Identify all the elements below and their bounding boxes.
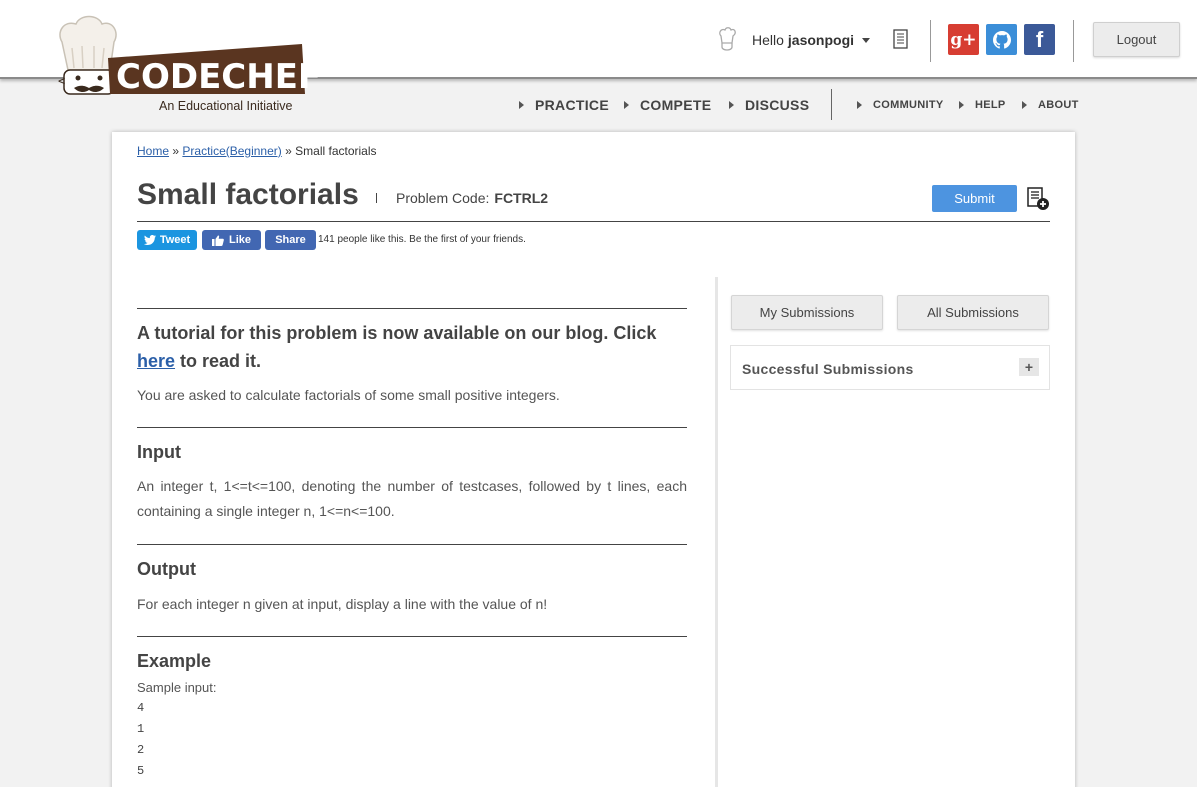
problem-code-label: Problem Code: xyxy=(396,190,490,206)
nav-label: COMMUNITY xyxy=(873,99,944,111)
codechef-logo[interactable]: < > CODECHEF An Educational Initiative xyxy=(50,12,321,117)
google-plus-icon[interactable]: g+ xyxy=(948,24,979,55)
logo-tagline: An Educational Initiative xyxy=(159,99,292,113)
column-divider xyxy=(715,277,718,787)
section-divider xyxy=(137,427,687,428)
title-underline xyxy=(137,221,1050,222)
title-separator xyxy=(376,193,377,203)
logout-button[interactable]: Logout xyxy=(1093,22,1180,57)
nav-community[interactable]: COMMUNITY xyxy=(857,96,944,114)
nav-discuss[interactable]: DISCUSS xyxy=(729,96,809,114)
breadcrumb-home-link[interactable]: Home xyxy=(137,144,169,158)
all-submissions-button[interactable]: All Submissions xyxy=(897,295,1049,330)
header-divider xyxy=(1073,20,1074,62)
facebook-share-button[interactable]: Share xyxy=(265,230,316,250)
sample-line: 1 xyxy=(137,722,145,736)
github-icon[interactable] xyxy=(986,24,1017,55)
facebook-icon[interactable]: f xyxy=(1024,24,1055,55)
problem-statement: A tutorial for this problem is now avail… xyxy=(137,308,687,782)
nav-divider xyxy=(831,89,832,120)
breadcrumb-separator: » xyxy=(285,144,292,158)
sample-input: 4 1 2 5 xyxy=(137,698,687,782)
page-title: Small factorials xyxy=(137,178,359,211)
triangle-right-icon xyxy=(624,101,629,109)
user-menu[interactable]: Hello jasonpogi xyxy=(716,26,871,54)
expand-icon[interactable]: + xyxy=(1019,358,1039,376)
sample-line: 4 xyxy=(137,701,145,715)
like-label: Like xyxy=(228,234,251,246)
nav-practice[interactable]: PRACTICE xyxy=(519,96,609,114)
like-count-text: 141 people like this. Be the first of yo… xyxy=(318,234,526,245)
breadcrumb: Home » Practice(Beginner) » Small factor… xyxy=(137,144,377,158)
nav-label: DISCUSS xyxy=(745,97,810,113)
nav-label: ABOUT xyxy=(1038,99,1079,111)
section-divider xyxy=(137,308,687,309)
sample-line: 2 xyxy=(137,743,145,757)
input-heading: Input xyxy=(137,442,181,462)
section-divider xyxy=(137,544,687,545)
output-text: For each integer n given at input, displ… xyxy=(137,596,548,612)
breadcrumb-practice-link[interactable]: Practice(Beginner) xyxy=(182,144,281,158)
problem-card: Home » Practice(Beginner) » Small factor… xyxy=(112,132,1075,787)
sample-line: 5 xyxy=(137,764,145,778)
triangle-right-icon xyxy=(519,101,524,109)
tweet-button[interactable]: Tweet xyxy=(137,230,197,250)
logo-wordmark: CODECHEF xyxy=(116,57,320,97)
tutorial-link[interactable]: here xyxy=(137,351,175,371)
nav-label: HELP xyxy=(975,99,1006,111)
chef-avatar-icon xyxy=(719,27,736,51)
svg-text:<: < xyxy=(58,74,65,88)
breadcrumb-separator: » xyxy=(172,144,180,158)
notice-text: to read it. xyxy=(175,351,262,371)
add-to-list-icon[interactable] xyxy=(1026,187,1050,211)
twitter-icon xyxy=(143,235,156,245)
my-submissions-button[interactable]: My Submissions xyxy=(731,295,883,330)
input-text: An integer t, 1<=t<=100, denoting the nu… xyxy=(137,478,687,519)
problem-code: Problem Code: FCTRL2 xyxy=(376,190,548,206)
section-divider xyxy=(137,636,687,637)
header-divider xyxy=(930,20,931,62)
nav-compete[interactable]: COMPETE xyxy=(624,96,711,114)
successful-submissions-title: Successful Submissions xyxy=(742,361,914,377)
nav-help[interactable]: HELP xyxy=(959,96,1006,114)
nav-label: PRACTICE xyxy=(535,97,609,113)
nav-about[interactable]: ABOUT xyxy=(1022,96,1079,114)
example-heading: Example xyxy=(137,651,212,671)
notes-icon[interactable] xyxy=(893,29,909,49)
tweet-label: Tweet xyxy=(159,234,191,246)
successful-submissions-panel[interactable]: Successful Submissions + xyxy=(730,345,1050,390)
sample-input-label: Sample input: xyxy=(137,680,217,695)
intro-text: You are asked to calculate factorials of… xyxy=(137,387,560,403)
triangle-right-icon xyxy=(1022,101,1027,109)
triangle-right-icon xyxy=(857,101,862,109)
facebook-like-button[interactable]: Like xyxy=(202,230,261,250)
tutorial-notice: A tutorial for this problem is now avail… xyxy=(137,319,687,375)
submit-button[interactable]: Submit xyxy=(932,185,1017,212)
triangle-right-icon xyxy=(729,101,734,109)
problem-code-value: FCTRL2 xyxy=(494,190,549,206)
username[interactable]: jasonpogi xyxy=(788,32,854,48)
breadcrumb-current: Small factorials xyxy=(295,144,377,158)
nav-label: COMPETE xyxy=(640,97,712,113)
greeting-text: Hello xyxy=(752,32,784,48)
thumbs-up-icon xyxy=(211,234,224,246)
notice-text: A tutorial for this problem is now avail… xyxy=(137,323,657,343)
triangle-right-icon xyxy=(959,101,964,109)
chevron-down-icon[interactable] xyxy=(862,37,871,43)
output-heading: Output xyxy=(137,559,196,579)
